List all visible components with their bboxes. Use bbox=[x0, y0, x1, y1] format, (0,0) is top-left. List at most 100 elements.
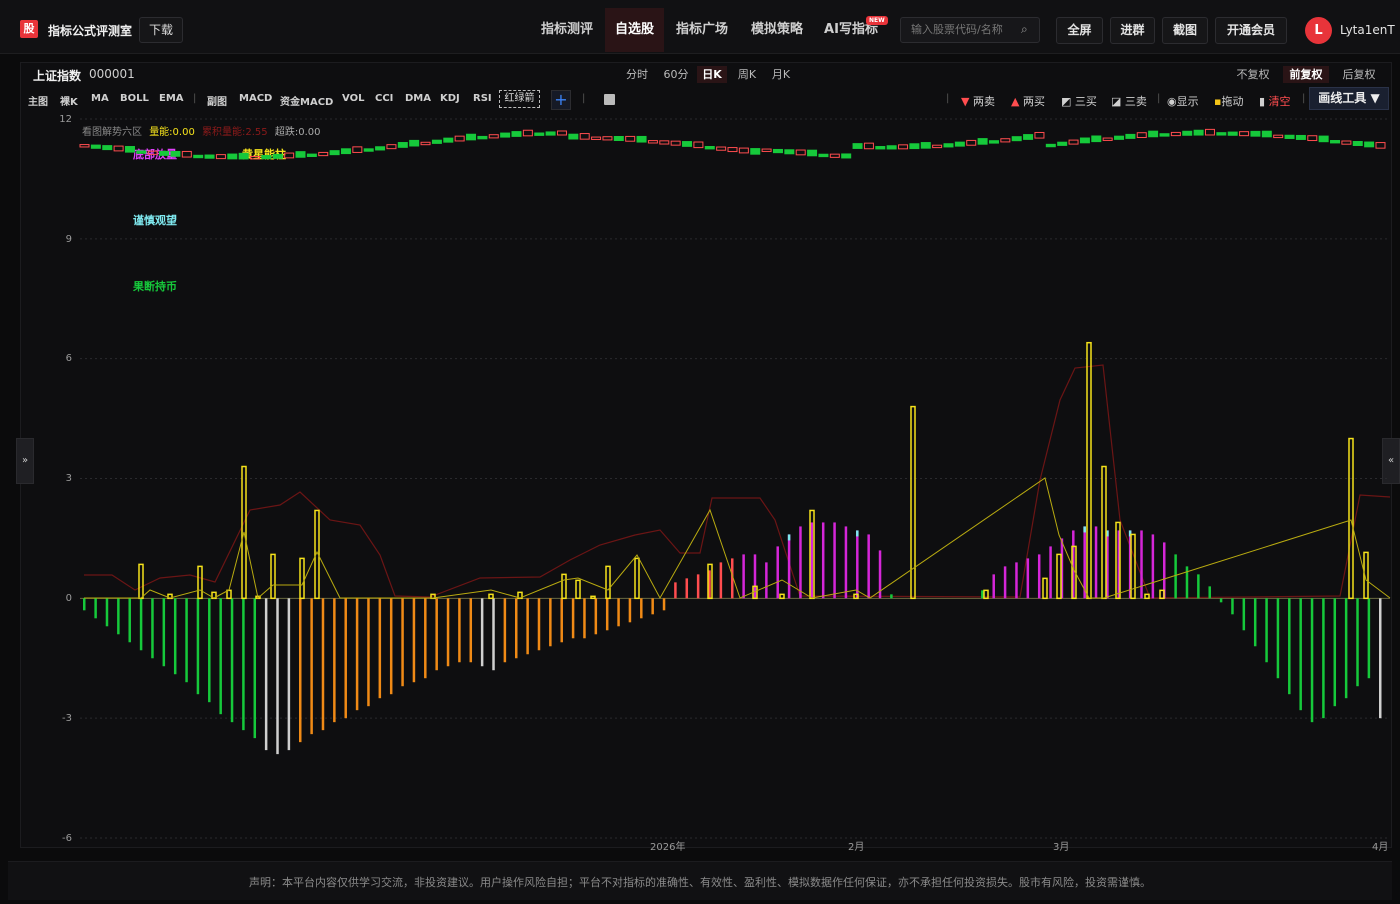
price-candle bbox=[1182, 130, 1193, 136]
price-candle bbox=[1295, 134, 1306, 140]
oscillator-bar bbox=[128, 598, 131, 643]
price-candle bbox=[1159, 133, 1170, 137]
price-candle bbox=[579, 133, 590, 140]
price-candle bbox=[841, 153, 852, 159]
price-candle bbox=[852, 143, 863, 149]
price-candle bbox=[556, 130, 567, 136]
oscillator-bar bbox=[162, 598, 166, 667]
price-candle bbox=[863, 142, 874, 150]
oscillator-bar bbox=[1367, 598, 1371, 679]
oscillator-bar bbox=[1322, 598, 1325, 719]
price-candle bbox=[375, 146, 386, 151]
oscillator-bar bbox=[787, 534, 791, 599]
price-candle bbox=[1284, 134, 1295, 139]
oscillator-cap bbox=[856, 530, 859, 537]
price-candle bbox=[477, 135, 488, 140]
oscillator-bar bbox=[1140, 530, 1143, 599]
price-candle bbox=[102, 145, 113, 151]
price-candle bbox=[784, 149, 795, 155]
oscillator-bar bbox=[173, 598, 177, 675]
price-candle bbox=[568, 133, 579, 140]
yellow-energy-bar bbox=[634, 557, 640, 600]
price-candle bbox=[1102, 137, 1113, 141]
price-candle bbox=[716, 146, 727, 151]
oscillator-bar bbox=[833, 522, 836, 599]
oscillator-bar bbox=[537, 598, 541, 651]
price-candle bbox=[647, 140, 658, 144]
price-candle bbox=[352, 146, 363, 153]
yellow-energy-bar bbox=[575, 579, 581, 600]
oscillator-bar bbox=[94, 598, 97, 619]
price-candle bbox=[340, 148, 351, 155]
price-candle bbox=[1239, 131, 1250, 137]
oscillator-bar bbox=[1174, 554, 1177, 599]
price-candle bbox=[250, 155, 261, 160]
price-candle bbox=[1330, 140, 1341, 144]
oscillator-bar bbox=[287, 598, 291, 751]
price-candle bbox=[170, 150, 181, 157]
price-candle bbox=[591, 136, 602, 140]
oscillator-bar bbox=[1094, 526, 1098, 599]
oscillator-bar bbox=[1356, 598, 1359, 687]
price-candle bbox=[318, 151, 329, 157]
price-candle bbox=[443, 137, 454, 143]
oscillator-bar bbox=[844, 526, 848, 599]
oscillator-bar bbox=[992, 574, 995, 599]
oscillator-bar bbox=[242, 598, 245, 731]
oscillator-bar bbox=[401, 598, 404, 687]
oscillator-bar bbox=[1049, 546, 1052, 599]
price-candle bbox=[1318, 135, 1329, 143]
price-candle bbox=[193, 154, 204, 159]
price-candle bbox=[602, 136, 613, 141]
price-candle bbox=[113, 145, 124, 152]
price-candle bbox=[738, 147, 749, 154]
oscillator-bar bbox=[628, 598, 632, 623]
price-candle bbox=[1261, 130, 1272, 138]
oscillator-bar bbox=[253, 598, 257, 739]
oscillator-bar bbox=[151, 598, 154, 659]
oscillator-bar bbox=[1299, 598, 1302, 711]
price-candle bbox=[90, 144, 101, 149]
price-candle bbox=[306, 153, 317, 157]
price-candle bbox=[409, 139, 420, 147]
oscillator-bar bbox=[662, 598, 666, 611]
price-candle bbox=[534, 132, 545, 136]
oscillator-bar bbox=[765, 562, 768, 599]
oscillator-bar bbox=[344, 598, 347, 719]
oscillator-bar bbox=[503, 598, 507, 663]
price-candle bbox=[136, 150, 147, 154]
price-candle bbox=[1079, 137, 1090, 144]
price-candle bbox=[488, 134, 499, 139]
price-candle bbox=[295, 151, 306, 158]
yellow-energy-bar bbox=[1101, 465, 1107, 600]
oscillator-bar bbox=[355, 598, 359, 711]
price-candle bbox=[772, 148, 783, 154]
price-candle bbox=[1227, 131, 1238, 136]
price-candle bbox=[500, 132, 511, 138]
yellow-energy-bar bbox=[488, 593, 494, 600]
oscillator-bar bbox=[480, 598, 484, 667]
yellow-energy-bar bbox=[138, 563, 144, 600]
price-candle bbox=[875, 146, 886, 150]
oscillator-bar bbox=[1276, 598, 1280, 679]
price-candle bbox=[954, 141, 965, 147]
oscillator-bar bbox=[492, 598, 495, 671]
price-candle bbox=[636, 135, 647, 143]
price-candle bbox=[204, 154, 215, 159]
price-candle bbox=[79, 144, 90, 148]
oscillator-bar bbox=[469, 598, 473, 663]
price-candle bbox=[1011, 136, 1022, 142]
yellow-energy-bar bbox=[605, 565, 611, 600]
price-candle bbox=[909, 143, 920, 150]
price-candle bbox=[761, 148, 772, 152]
price-candle bbox=[659, 140, 670, 145]
oscillator-bar bbox=[446, 598, 450, 667]
oscillator-bar bbox=[583, 598, 586, 639]
oscillator-bar bbox=[685, 578, 689, 599]
price-candle bbox=[511, 131, 522, 137]
oscillator-bar bbox=[1003, 566, 1007, 599]
price-candle bbox=[431, 139, 442, 144]
oscillator-bar bbox=[1310, 598, 1314, 723]
oscillator-bar bbox=[617, 598, 620, 627]
price-candle bbox=[943, 143, 954, 148]
